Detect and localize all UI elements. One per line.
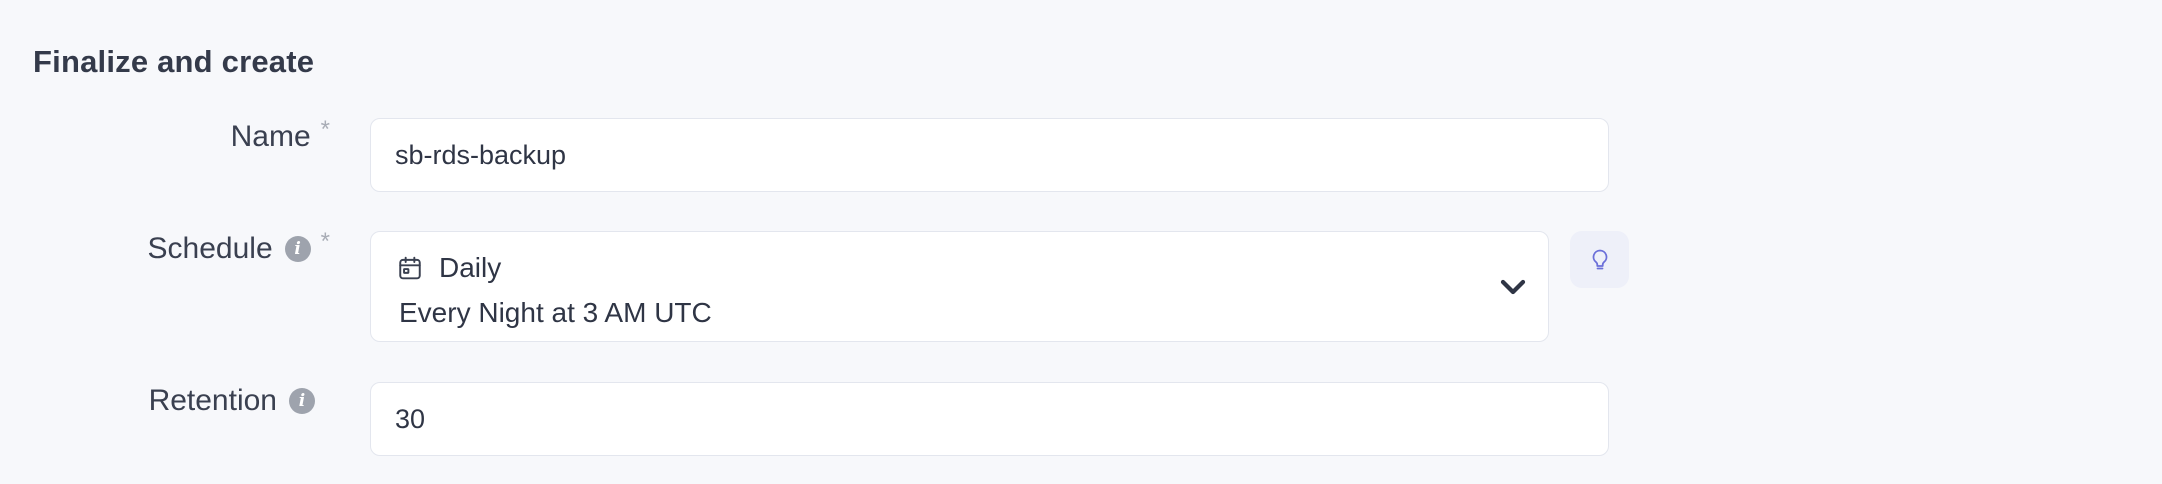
- schedule-selected-title-row: Daily: [397, 252, 501, 284]
- name-label-text: Name: [230, 120, 311, 153]
- retention-label: Retention i: [149, 384, 315, 418]
- schedule-selected-title: Daily: [439, 252, 502, 283]
- name-input[interactable]: [370, 118, 1609, 192]
- info-icon[interactable]: i: [284, 236, 311, 262]
- schedule-label: Schedule i *: [147, 228, 330, 266]
- schedule-hint-button[interactable]: [1570, 231, 1629, 288]
- finalize-create-form: Finalize and create Name * Schedule i * …: [0, 0, 2162, 484]
- schedule-label-text: Schedule: [147, 232, 273, 265]
- section-title: Finalize and create: [33, 44, 315, 79]
- retention-label-text: Retention: [148, 384, 277, 417]
- schedule-select[interactable]: Daily Every Night at 3 AM UTC: [370, 231, 1549, 342]
- name-label: Name *: [230, 116, 330, 154]
- lightbulb-icon: [1592, 249, 1607, 269]
- retention-input[interactable]: [370, 382, 1609, 456]
- info-icon[interactable]: i: [289, 388, 315, 414]
- schedule-required-mark: *: [320, 228, 330, 255]
- schedule-selected-description: Every Night at 3 AM UTC: [399, 297, 712, 328]
- chevron-down-icon: [1500, 279, 1526, 295]
- calendar-icon: [399, 256, 421, 280]
- name-required-mark: *: [320, 116, 330, 143]
